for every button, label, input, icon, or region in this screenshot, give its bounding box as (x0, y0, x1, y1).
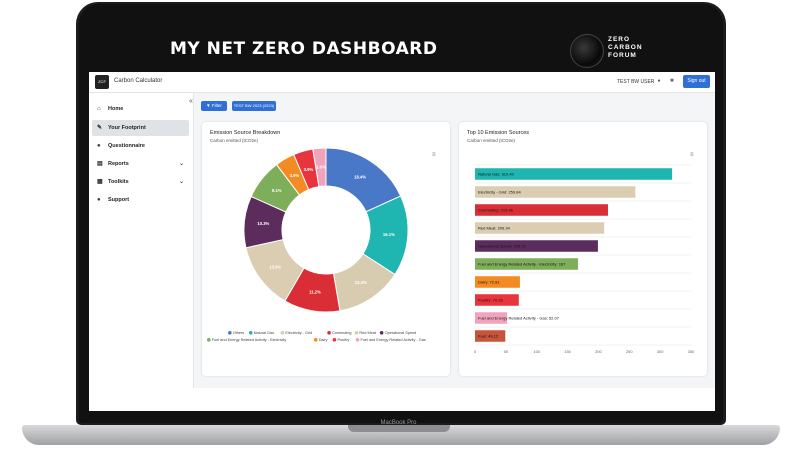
sidebar-item-label: Toolkits (108, 179, 129, 185)
zero-carbon-forum-logo-icon (570, 34, 604, 68)
legend-item: Commuting (332, 331, 351, 335)
legend-marker (280, 331, 285, 335)
sign-out-button[interactable]: Sign out (683, 75, 710, 88)
sidebar-item-label: Reports (108, 161, 129, 167)
slice-label: 10.3% (257, 221, 269, 226)
legend-item: Others (233, 331, 244, 335)
filter-button[interactable]: ▼ Filter (201, 101, 227, 111)
sidebar: ⌂ Home ✎ Your Footprint ● Questionnaire … (89, 93, 194, 411)
footprint-icon: ✎ (97, 125, 103, 131)
period-chip[interactable]: TEST BW 2023 (2023) (232, 101, 276, 111)
legend-item: Electricity - Grid (285, 331, 312, 335)
slice-label: 11.2% (309, 290, 321, 295)
top-sources-card: Top 10 Emission Sources Carbon emitted (… (459, 122, 707, 376)
slice-label: 13.3% (355, 280, 367, 285)
sidebar-item-questionnaire[interactable]: ● Questionnaire (92, 138, 189, 154)
collapse-sidebar-icon[interactable]: « (189, 98, 193, 105)
sidebar-item-support[interactable]: ● Support (92, 192, 189, 208)
footer-strip (89, 388, 715, 411)
x-tick-label: 100 (533, 349, 540, 354)
laptop-notch (348, 425, 450, 432)
bar-label: Natural Gas: 319.40 (478, 171, 515, 176)
app-screen: ZCF Carbon Calculator TEST BW USER ● ✱ S… (89, 72, 715, 411)
app-header: ZCF Carbon Calculator TEST BW USER ● ✱ S… (89, 72, 715, 93)
user-name[interactable]: TEST BW USER (617, 79, 654, 85)
legend-item: Red Meat (359, 331, 376, 335)
sidebar-item-toolkits[interactable]: ▦ Toolkits ⌄ (92, 174, 189, 190)
zero-carbon-forum-logo-text: ZERO CARBON FORUM (608, 36, 643, 59)
app-title: Carbon Calculator (114, 78, 163, 84)
slice-label: 13.3% (269, 265, 281, 270)
bar-label: Fuel: 49.12 (478, 333, 499, 338)
x-tick-label: 200 (595, 349, 602, 354)
slice-label: 2.6% (316, 165, 326, 170)
x-tick-label: 150 (564, 349, 571, 354)
help-icon[interactable]: ● (656, 78, 662, 84)
chevron-down-icon[interactable]: ⌄ (179, 156, 184, 172)
legend-marker (354, 331, 359, 335)
sidebar-item-label: Support (108, 197, 130, 203)
legend-item: Fuel and Energy Related Activity - Gas (361, 338, 426, 342)
sidebar-item-your-footprint[interactable]: ✎ Your Footprint (92, 120, 189, 136)
toolkits-icon: ▦ (97, 179, 103, 185)
sidebar-item-reports[interactable]: ▤ Reports ⌄ (92, 156, 189, 172)
bar-label: Operational Spend: 199.19 (478, 243, 527, 248)
legend-marker (327, 331, 331, 335)
legend-marker (207, 338, 211, 342)
bar-label: Fuel and Energy Related Activity - Elect… (478, 261, 566, 266)
legend-marker (248, 331, 253, 335)
legend-item: Natural Gas (254, 331, 274, 335)
x-tick-label: 250 (626, 349, 633, 354)
bar-label: Fuel and Energy Related Activity - Gas: … (478, 315, 560, 320)
emission-breakdown-card: Emission Source Breakdown Carbon emitted… (202, 122, 450, 376)
questionnaire-icon: ● (97, 143, 101, 149)
bar-label: Electricity - Grid: 259.84 (478, 189, 521, 194)
slice-label: 8.1% (272, 188, 282, 193)
bar-label: Red Meat: 209.34 (478, 225, 511, 230)
x-tick-label: 0 (474, 349, 477, 354)
legend-marker (332, 338, 337, 342)
support-icon: ● (97, 197, 101, 203)
bar-label: Poultry: 70.95 (478, 297, 503, 302)
legend-marker (228, 331, 232, 335)
app-logo[interactable]: ZCF (95, 75, 109, 89)
laptop-model-label: MacBook Pro (380, 420, 417, 426)
bar-label: Dairy: 72.81 (478, 279, 500, 284)
slice-label: 18.4% (354, 175, 366, 180)
sidebar-item-label: Questionnaire (108, 143, 145, 149)
settings-gear-icon[interactable]: ✱ (669, 78, 675, 84)
bar-label: Commuting: 215.46 (478, 207, 514, 212)
donut-chart: 18.4% 16.1% 13.3% 11.2% 13.3% 10.3% 8.1% 3.9% 3.… (207, 147, 426, 342)
slice-label: 16.1% (383, 232, 395, 237)
chevron-down-icon[interactable]: ⌄ (179, 174, 184, 190)
dashboard-banner-title: MY NET ZERO DASHBOARD (170, 39, 438, 59)
sidebar-item-label: Home (108, 106, 124, 112)
slice-label: 3.9% (290, 173, 300, 178)
slice-label: 3.9% (304, 167, 314, 172)
home-icon: ⌂ (97, 106, 101, 112)
x-tick-label: 350 (688, 349, 695, 354)
bar-chart: Natural Gas: 319.40 Electricity - Grid: 2… (474, 164, 695, 354)
sidebar-item-label: Your Footprint (108, 125, 146, 131)
legend-marker (379, 331, 384, 335)
sidebar-item-home[interactable]: ⌂ Home (92, 101, 189, 117)
legend-item: Operational Spend (385, 331, 417, 335)
legend-item: Fuel and Energy Related Activity - Elect… (212, 338, 287, 342)
legend-marker (355, 338, 360, 342)
legend-item: Poultry (337, 338, 349, 342)
x-tick-label: 300 (657, 349, 664, 354)
legend-marker (313, 338, 318, 342)
x-tick-label: 50 (504, 349, 509, 354)
reports-icon: ▤ (97, 161, 103, 167)
legend-item: Dairy (319, 338, 328, 342)
